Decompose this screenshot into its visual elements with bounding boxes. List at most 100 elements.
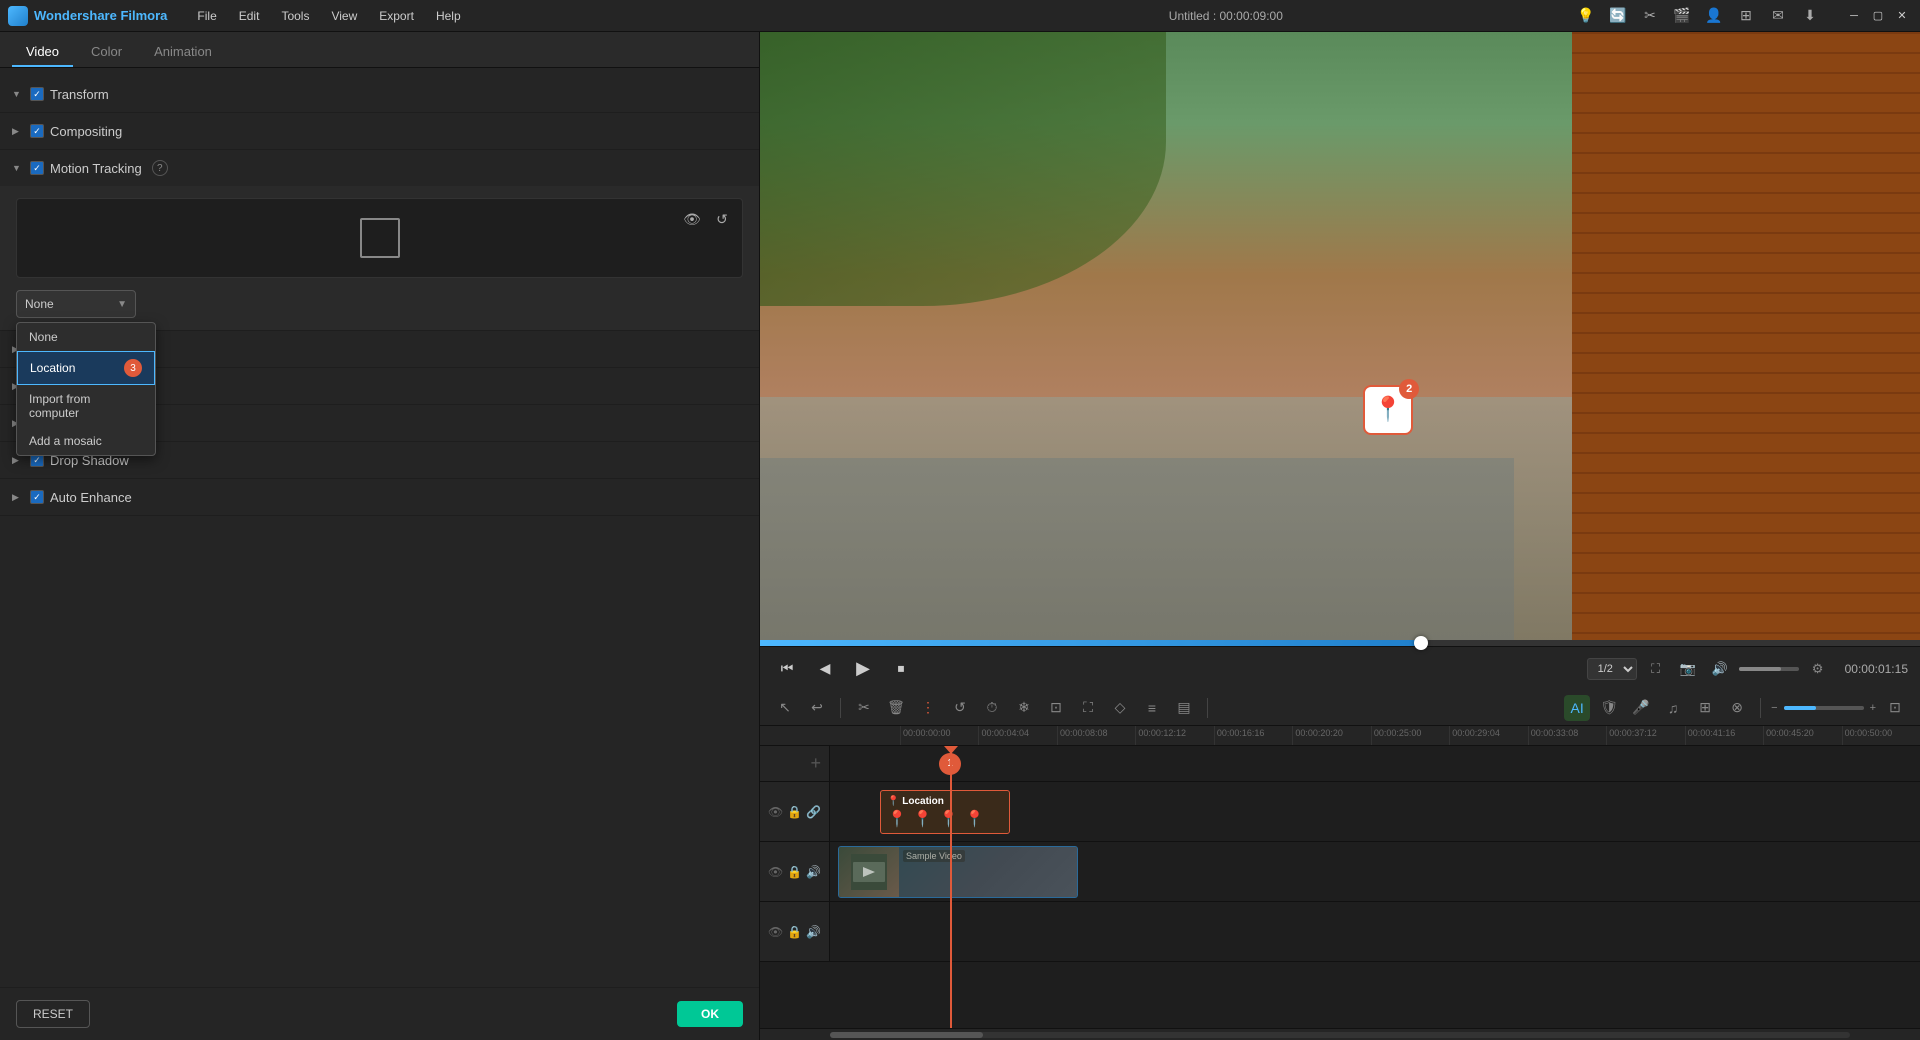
cut-tl-icon[interactable]: ⊗ [1724,695,1750,721]
auto-enhance-header[interactable]: ▶ ✓ Auto Enhance [0,479,759,515]
scrollbar-thumb[interactable] [830,1032,983,1038]
crop-tool[interactable]: ⊡ [1043,695,1069,721]
rotate-tool[interactable]: ↺ [947,695,973,721]
eye-icon[interactable]: 👁 [680,207,704,231]
video-clip[interactable]: Sample Video [838,846,1078,898]
play-button[interactable]: ▶ [848,654,878,684]
dropdown-current-value: None [25,297,54,311]
compositing-checkbox[interactable]: ✓ [30,124,44,138]
dropdown-option-none[interactable]: None [17,323,155,351]
dropdown-option-mosaic[interactable]: Add a mosaic [17,427,155,455]
audio-track-label: 👁 🔒 🔊 [760,902,830,961]
auto-enhance-chevron: ▶ [12,492,24,503]
maximize-button[interactable]: ▢ [1868,6,1888,26]
split-tool[interactable]: ⋮ [915,695,941,721]
crop-tl-icon[interactable]: ⊞ [1692,695,1718,721]
menu-tools[interactable]: Tools [271,5,319,27]
close-button[interactable]: ✕ [1892,6,1912,26]
video-audio-icon[interactable]: 🔊 [806,865,821,879]
location-clip[interactable]: 📍 Location 📍 📍 📍 📍 [880,790,1010,834]
audio-mute-icon[interactable]: 🔊 [806,925,821,939]
motion-tracking-header[interactable]: ▼ ✓ Motion Tracking ? [0,150,759,186]
freeze-tool[interactable]: ❄ [1011,695,1037,721]
fit-timeline-icon[interactable]: ⊡ [1882,695,1908,721]
icon-4[interactable]: 🎬 [1668,2,1696,30]
zoom-plus[interactable]: + [1870,702,1876,714]
audio-lock-icon[interactable]: 🔒 [787,925,802,939]
stop-button[interactable]: ⏹ [886,654,916,684]
ok-button[interactable]: OK [677,1001,743,1027]
street-scene: 2 📍 [760,32,1920,640]
playback-controls: ⏮ ◀ ▶ ⏹ 1/2 1/1 1/4 ⛶ 📷 🔊 ⚙ 00:00:01:15 [760,646,1920,690]
option-import-label: Import from computer [29,392,143,420]
split-audio-tool[interactable]: ≡ [1139,695,1165,721]
effect-type-dropdown[interactable]: None ▼ [16,290,136,318]
location-track-content[interactable]: 📍 Location 📍 📍 📍 📍 [830,782,1920,841]
menu-help[interactable]: Help [426,5,471,27]
ai-feature-icon[interactable]: AI [1564,695,1590,721]
reset-button[interactable]: RESET [16,1000,90,1028]
tab-animation[interactable]: Animation [140,38,226,67]
tab-video[interactable]: Video [12,38,73,67]
motion-tracking-help[interactable]: ? [152,160,168,176]
video-track-content[interactable]: Sample Video [830,842,1920,901]
fullscreen-icon[interactable]: ⛶ [1643,656,1669,682]
fullscreen-tl-tool[interactable]: ⛶ [1075,695,1101,721]
cursor-tool[interactable]: ↖ [772,695,798,721]
settings-icon[interactable]: ⚙ [1805,656,1831,682]
volume-slider[interactable] [1739,667,1799,671]
motion-tracking-checkbox[interactable]: ✓ [30,161,44,175]
volume-icon[interactable]: 🔊 [1707,656,1733,682]
menu-view[interactable]: View [321,5,367,27]
auto-enhance-checkbox[interactable]: ✓ [30,490,44,504]
transform-checkbox[interactable]: ✓ [30,87,44,101]
delete-tool[interactable]: 🗑 [883,695,909,721]
undo-tool[interactable]: ↩ [804,695,830,721]
icon-5[interactable]: 👤 [1700,2,1728,30]
track-visibility-icon[interactable]: 👁 [768,805,783,819]
menu-file[interactable]: File [187,5,226,27]
speed-tool[interactable]: ⏱ [979,695,1005,721]
zoom-select[interactable]: 1/2 1/1 1/4 [1587,658,1637,680]
playhead-circle: 1 [939,753,961,775]
audio-track-content[interactable] [830,902,1920,961]
icon-3[interactable]: ✂ [1636,2,1664,30]
icon-1[interactable]: 💡 [1572,2,1600,30]
add-track-icon[interactable]: + [810,753,821,774]
minimize-button[interactable]: ─ [1844,6,1864,26]
zoom-minus[interactable]: − [1771,702,1777,714]
dropdown-option-location[interactable]: Location 3 [17,351,155,385]
video-lock-icon[interactable]: 🔒 [787,865,802,879]
scrollbar-track[interactable] [830,1032,1850,1038]
icon-8[interactable]: ⬇ [1796,2,1824,30]
progress-bar[interactable] [760,640,1920,646]
screenshot-icon[interactable]: 📷 [1675,656,1701,682]
prev-frame-button[interactable]: ⏮ [772,654,802,684]
menu-edit[interactable]: Edit [229,5,270,27]
play-back-button[interactable]: ◀ [810,654,840,684]
properties-panel: ▼ ✓ Transform ▶ ✓ Compositing [0,68,759,987]
track-lock-icon[interactable]: 🔒 [787,805,802,819]
marker-tool[interactable]: ◇ [1107,695,1133,721]
icon-6[interactable]: ⊞ [1732,2,1760,30]
audio-icon[interactable]: ♫ [1660,695,1686,721]
track-link-icon[interactable]: 🔗 [806,805,821,819]
menu-export[interactable]: Export [369,5,424,27]
zoom-slider-track[interactable] [1784,706,1864,710]
shield-icon[interactable]: 🛡 [1596,695,1622,721]
dropdown-arrow-icon: ▼ [117,299,127,310]
audio-visibility-icon[interactable]: 👁 [768,925,783,939]
transform-header[interactable]: ▼ ✓ Transform [0,76,759,112]
dropdown-option-import[interactable]: Import from computer [17,385,155,427]
progress-thumb[interactable] [1414,636,1428,650]
mic-icon[interactable]: 🎤 [1628,695,1654,721]
compositing-header[interactable]: ▶ ✓ Compositing [0,113,759,149]
video-track-label: 👁 🔒 🔊 [760,842,830,901]
tab-color[interactable]: Color [77,38,136,67]
overlay-tool[interactable]: ▤ [1171,695,1197,721]
refresh-icon[interactable]: ↺ [710,207,734,231]
icon-2[interactable]: 🔄 [1604,2,1632,30]
video-visibility-icon[interactable]: 👁 [768,865,783,879]
cut-tool[interactable]: ✂ [851,695,877,721]
icon-7[interactable]: ✉ [1764,2,1792,30]
